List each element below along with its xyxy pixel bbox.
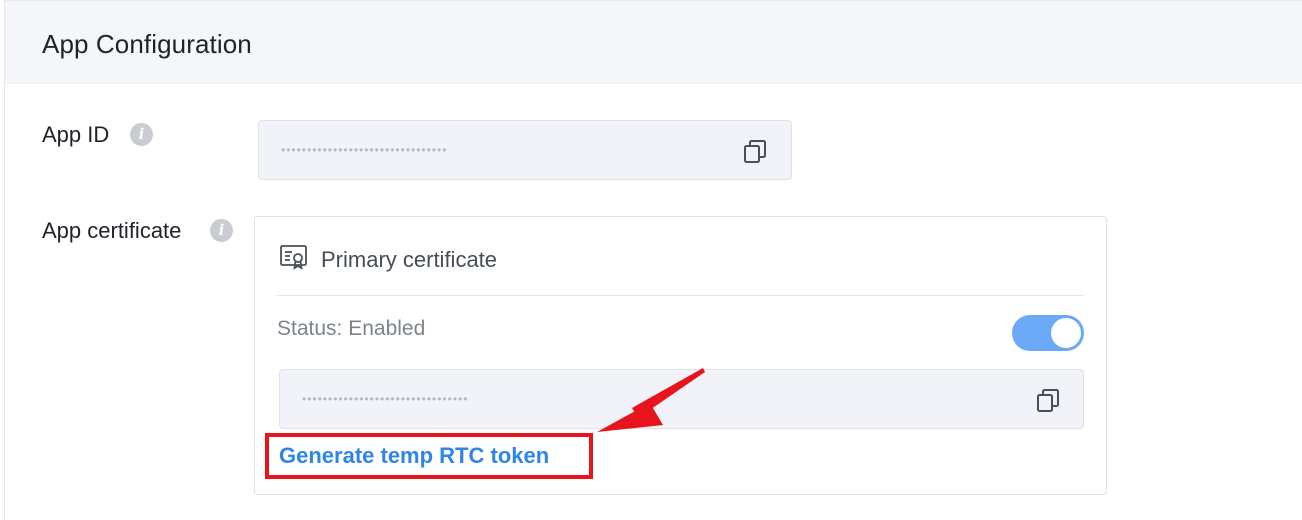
- certificate-enabled-toggle[interactable]: [1012, 315, 1084, 351]
- certificate-field: ••••••••••••••••••••••••••••••••: [279, 369, 1084, 429]
- primary-certificate-card: Primary certificate Status: Enabled ••••…: [254, 216, 1107, 495]
- app-id-label: App ID: [42, 122, 110, 147]
- divider: [277, 295, 1084, 296]
- certificate-masked-value: ••••••••••••••••••••••••••••••••: [302, 392, 469, 406]
- generate-temp-rtc-token-link[interactable]: Generate temp RTC token: [279, 443, 549, 469]
- app-id-field: ••••••••••••••••••••••••••••••••: [258, 120, 792, 180]
- app-id-info-icon[interactable]: i: [130, 123, 153, 146]
- app-certificate-label: App certificate: [42, 218, 182, 243]
- panel-header: App Configuration: [5, 1, 1302, 84]
- app-id-copy-icon[interactable]: [743, 139, 767, 165]
- certificate-icon: [279, 243, 309, 273]
- certificate-copy-icon[interactable]: [1036, 388, 1060, 414]
- primary-certificate-title: Primary certificate: [321, 247, 498, 272]
- page-title: App Configuration: [42, 29, 252, 59]
- toggle-knob: [1051, 318, 1081, 348]
- app-id-masked-value: ••••••••••••••••••••••••••••••••: [281, 143, 448, 157]
- certificate-status: Status: Enabled: [277, 317, 426, 340]
- app-certificate-info-icon[interactable]: i: [210, 219, 233, 242]
